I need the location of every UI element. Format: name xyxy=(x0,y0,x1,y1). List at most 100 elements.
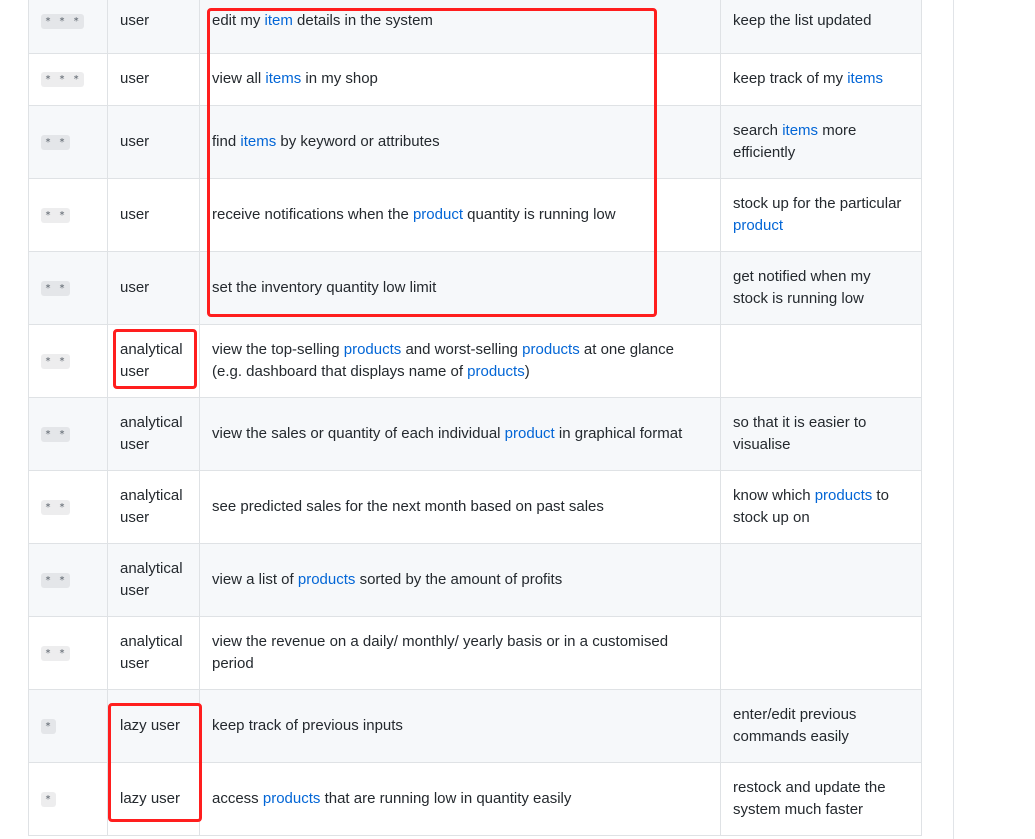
glossary-link[interactable]: items xyxy=(782,122,818,139)
glossary-link[interactable]: items xyxy=(265,70,301,87)
glossary-link[interactable]: products xyxy=(522,341,580,358)
want-cell: view the top-selling products and worst-… xyxy=(199,324,721,398)
story-text: view the top-selling xyxy=(212,340,344,358)
glossary-link[interactable]: products xyxy=(344,341,402,358)
table-row: * * analytical user view the sales or quan… xyxy=(28,397,922,471)
story-text: in graphical format xyxy=(554,424,683,442)
glossary-link[interactable]: products xyxy=(815,487,873,504)
role-cell: analytical user xyxy=(107,397,200,471)
table-row: * * user set the inventory quantity low li… xyxy=(28,251,922,325)
glossary-link[interactable]: product xyxy=(733,217,783,234)
table-row: * * * user view all items in my shop keep t… xyxy=(28,53,922,106)
table-row: * * analytical user view a list of product… xyxy=(28,543,922,617)
story-text: edit my xyxy=(212,11,265,29)
story-text: quantity is running low xyxy=(463,205,616,223)
want-cell: keep track of previous inputs xyxy=(199,689,721,763)
priority-stars: * * xyxy=(41,645,71,661)
glossary-link[interactable]: products xyxy=(263,790,321,807)
role-cell: user xyxy=(107,105,200,179)
want-cell: view all items in my shop xyxy=(199,53,721,106)
role-cell: lazy user xyxy=(107,689,200,763)
user-stories-table: * * * user edit my item details in the sys… xyxy=(28,0,922,836)
story-text: know which xyxy=(733,486,815,504)
story-text: sorted by the amount of profits xyxy=(355,570,563,588)
benefit-cell: stock up for the particular product xyxy=(720,178,922,252)
priority-cell: * xyxy=(28,762,108,836)
priority-stars: * * * xyxy=(41,72,85,88)
priority-cell: * * xyxy=(28,324,108,398)
priority-stars: * * xyxy=(41,280,71,296)
story-text: set the inventory quantity low limit xyxy=(212,278,437,296)
story-text: receive notifications when the xyxy=(212,205,413,223)
story-text: view all xyxy=(212,70,266,88)
glossary-link[interactable]: products xyxy=(298,571,356,588)
user-stories-table-body: * * * user edit my item details in the sys… xyxy=(28,0,922,836)
story-text: stock up for the particular xyxy=(733,194,902,212)
want-cell: find items by keyword or attributes xyxy=(199,105,721,179)
benefit-cell: get notified when my stock is running lo… xyxy=(720,251,922,325)
priority-cell: * * xyxy=(28,251,108,325)
benefit-cell xyxy=(720,324,922,398)
want-cell: view the revenue on a daily/ monthly/ ye… xyxy=(199,616,721,690)
benefit-cell: search items more efficiently xyxy=(720,105,922,179)
priority-cell: * * xyxy=(28,616,108,690)
story-text: get notified when my stock is running lo… xyxy=(733,267,871,308)
table-row: * * user receive notifications when the pr… xyxy=(28,178,922,252)
table-row: * * analytical user view the revenue on a … xyxy=(28,616,922,690)
priority-cell: * * xyxy=(28,397,108,471)
priority-stars: * * * xyxy=(41,13,85,29)
glossary-link[interactable]: item xyxy=(265,12,293,29)
want-cell: view the sales or quantity of each indiv… xyxy=(199,397,721,471)
story-text: ) xyxy=(524,363,530,380)
want-cell: set the inventory quantity low limit xyxy=(199,251,721,325)
priority-cell: * * xyxy=(28,105,108,179)
priority-cell: * * * xyxy=(28,0,108,54)
story-text: access xyxy=(212,789,263,807)
table-row: * lazy user access products that are runni… xyxy=(28,762,922,836)
story-text: that are running low in quantity easily xyxy=(320,789,572,807)
priority-cell: * * xyxy=(28,178,108,252)
priority-cell: * * * xyxy=(28,53,108,106)
priority-stars: * xyxy=(41,791,57,807)
table-row: * lazy user keep track of previous inputs e… xyxy=(28,689,922,763)
story-text: in my shop xyxy=(301,70,378,88)
role-cell: analytical user xyxy=(107,470,200,544)
priority-stars: * xyxy=(41,718,57,734)
table-row: * * * user edit my item details in the sys… xyxy=(28,0,922,54)
role-cell: analytical user xyxy=(107,616,200,690)
priority-stars: * * xyxy=(41,353,71,369)
want-cell: receive notifications when the product q… xyxy=(199,178,721,252)
role-cell: user xyxy=(107,53,200,106)
role-cell: user xyxy=(107,178,200,252)
benefit-cell: so that it is easier to visualise xyxy=(720,397,922,471)
glossary-link[interactable]: product xyxy=(413,206,463,223)
glossary-link[interactable]: products xyxy=(467,363,525,380)
want-cell: access products that are running low in … xyxy=(199,762,721,836)
story-text: enter/edit previous commands easily xyxy=(733,705,857,746)
role-cell: lazy user xyxy=(107,762,200,836)
glossary-link[interactable]: items xyxy=(240,133,276,150)
priority-cell: * * xyxy=(28,543,108,617)
story-text: view the revenue on a daily/ monthly/ ye… xyxy=(212,632,669,673)
glossary-link[interactable]: product xyxy=(505,425,555,442)
priority-stars: * * xyxy=(41,572,71,588)
benefit-cell: restock and update the system much faste… xyxy=(720,762,922,836)
story-text: search xyxy=(733,121,783,139)
story-text: by keyword or attributes xyxy=(276,132,440,150)
story-text: view a list of xyxy=(212,570,298,588)
priority-stars: * * xyxy=(41,134,71,150)
benefit-cell: enter/edit previous commands easily xyxy=(720,689,922,763)
benefit-cell: keep the list updated xyxy=(720,0,922,54)
story-text: restock and update the system much faste… xyxy=(733,778,886,819)
priority-stars: * * xyxy=(41,426,71,442)
story-text: keep track of my xyxy=(733,70,848,88)
want-cell: edit my item details in the system xyxy=(199,0,721,54)
want-cell: see predicted sales for the next month b… xyxy=(199,470,721,544)
glossary-link[interactable]: items xyxy=(847,70,883,87)
table-row: * * user find items by keyword or attribut… xyxy=(28,105,922,179)
benefit-cell xyxy=(720,543,922,617)
table-row: * * analytical user view the top-selling p… xyxy=(28,324,922,398)
want-cell: view a list of products sorted by the am… xyxy=(199,543,721,617)
role-cell: user xyxy=(107,251,200,325)
story-text: find xyxy=(212,132,241,150)
